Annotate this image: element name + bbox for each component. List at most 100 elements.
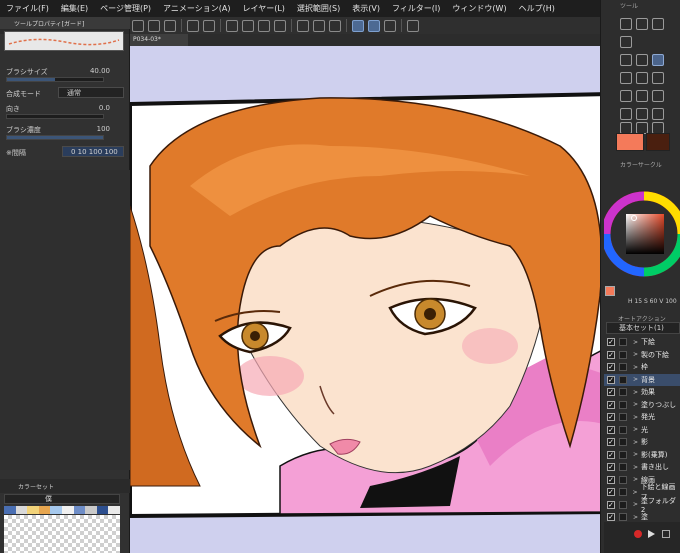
lock-checkbox[interactable] [619,400,627,409]
expand-arrow-icon[interactable]: > [633,339,638,346]
swatch[interactable] [15,506,28,514]
layer-row[interactable]: ✓ > 下絵 [604,336,680,349]
menu-selection[interactable]: 選択範囲(S) [291,3,346,14]
lock-checkbox[interactable] [619,438,627,447]
visibility-checkbox[interactable]: ✓ [607,400,615,409]
gradient-tool-icon[interactable] [620,90,632,102]
deselect-icon[interactable] [274,19,286,32]
menu-window[interactable]: ウィンドウ(W) [446,3,512,14]
tab-tool-property[interactable]: ツールプロパティ[ガード] [0,17,130,29]
lock-checkbox[interactable] [619,338,627,347]
visibility-checkbox[interactable]: ✓ [607,425,615,434]
visibility-checkbox[interactable]: ✓ [607,500,615,509]
select-tool-icon[interactable] [620,18,632,30]
stabilizer-icon[interactable] [352,19,364,32]
lock-checkbox[interactable] [619,375,627,384]
lock-checkbox[interactable] [619,463,627,472]
blend-mode-select[interactable]: 通常 [58,87,124,98]
direction-slider[interactable] [6,114,104,119]
lock-checkbox[interactable] [618,500,627,509]
brush-size-value[interactable]: 40.00 [90,67,110,75]
color-set-select[interactable]: 僕 [4,494,120,504]
current-color-chip[interactable] [605,286,615,296]
lock-checkbox[interactable] [619,475,627,484]
lock-checkbox[interactable] [619,363,627,372]
brush-density-value[interactable]: 100 [97,125,110,133]
swatch[interactable] [73,506,86,514]
visibility-checkbox[interactable]: ✓ [607,338,615,347]
blend-tool-icon[interactable] [652,72,664,84]
open-icon[interactable] [148,19,160,32]
lock-checkbox[interactable] [619,388,627,397]
visibility-checkbox[interactable]: ✓ [607,375,615,384]
zoom-tool-icon[interactable] [636,18,648,30]
expand-arrow-icon[interactable]: > [633,414,638,421]
visibility-checkbox[interactable]: ✓ [607,438,615,447]
menu-help[interactable]: ヘルプ(H) [513,3,561,14]
swatch[interactable] [96,506,109,514]
magic-wand-tool-icon[interactable] [620,36,632,48]
visibility-checkbox[interactable]: ✓ [607,488,615,497]
redo-icon[interactable] [203,19,215,32]
expand-arrow-icon[interactable]: > [633,464,638,471]
canvas[interactable] [130,46,610,553]
lock-checkbox[interactable] [619,350,627,359]
layer-row[interactable]: ✓ > 光 [604,424,680,437]
swatch[interactable] [4,506,16,514]
invert-selection-icon[interactable] [297,19,309,32]
frame-tool-icon[interactable] [652,90,664,102]
lock-checkbox[interactable] [619,450,627,459]
save-icon[interactable] [164,19,176,32]
visibility-checkbox[interactable]: ✓ [607,363,615,372]
swatch[interactable] [85,506,97,514]
clear-icon[interactable] [226,19,238,32]
layer-row[interactable]: ✓ > 製の下絵 [604,349,680,362]
new-canvas-icon[interactable] [132,19,144,32]
layer-row[interactable]: ✓ > 背景 [604,373,680,386]
document-tab[interactable]: P034-03* [130,34,188,46]
visibility-checkbox[interactable]: ✓ [607,388,615,397]
record-icon[interactable] [634,530,642,538]
fill-tool-icon[interactable] [620,72,632,84]
spacing-select[interactable]: 0 10 100 100 [62,146,124,157]
menu-page[interactable]: ページ管理(P) [94,3,157,14]
expand-arrow-icon[interactable]: > [633,476,638,483]
direction-value[interactable]: 0.0 [99,104,110,112]
layer-row[interactable]: ✓ > 影 [604,436,680,449]
expand-arrow-icon[interactable]: > [633,389,638,396]
expand-arrow-icon[interactable]: > [633,364,638,371]
tab-color-set[interactable]: カラーセット [0,479,130,493]
expand-arrow-icon[interactable]: > [633,401,638,408]
select-all-icon[interactable] [329,19,341,32]
undo-icon[interactable] [187,19,199,32]
layer-row[interactable]: ✓ > 影(乗算) [604,449,680,462]
pencil-tool-icon[interactable] [636,54,648,66]
background-color-swatch[interactable] [646,133,670,151]
snap-icon[interactable] [368,19,380,32]
brush-size-slider[interactable] [6,77,104,82]
balloon-tool-icon[interactable] [636,108,648,120]
expand-arrow-icon[interactable]: > [633,451,638,458]
color-wheel[interactable] [601,186,680,282]
expand-arrow-icon[interactable]: > [633,426,638,433]
layer-row[interactable]: ✓ > 塗りつぶし [604,399,680,412]
layer-row[interactable]: ✓ > 書き出し [604,461,680,474]
transform-icon[interactable] [258,19,270,32]
visibility-checkbox[interactable]: ✓ [607,475,615,484]
expand-arrow-icon[interactable]: > [633,439,638,446]
menu-animation[interactable]: アニメーション(A) [157,3,236,14]
expand-arrow-icon[interactable]: > [633,514,638,521]
new-action-icon[interactable] [662,530,670,538]
layer-row[interactable]: ✓ > 効果 [604,386,680,399]
layer-row[interactable]: ✓ > 発光 [604,411,680,424]
layer-row[interactable]: ✓ > 枠 [604,361,680,374]
swatch[interactable] [61,506,74,514]
play-icon[interactable] [648,530,655,538]
layer-row[interactable]: ✓ > 塗フォルダ2 [604,497,680,514]
pen-tool-icon[interactable] [620,54,632,66]
eraser-tool-icon[interactable] [636,72,648,84]
text-tool-icon[interactable] [620,108,632,120]
brush-density-slider[interactable] [6,135,104,140]
help-icon[interactable] [407,19,419,32]
menu-edit[interactable]: 編集(E) [55,3,94,14]
